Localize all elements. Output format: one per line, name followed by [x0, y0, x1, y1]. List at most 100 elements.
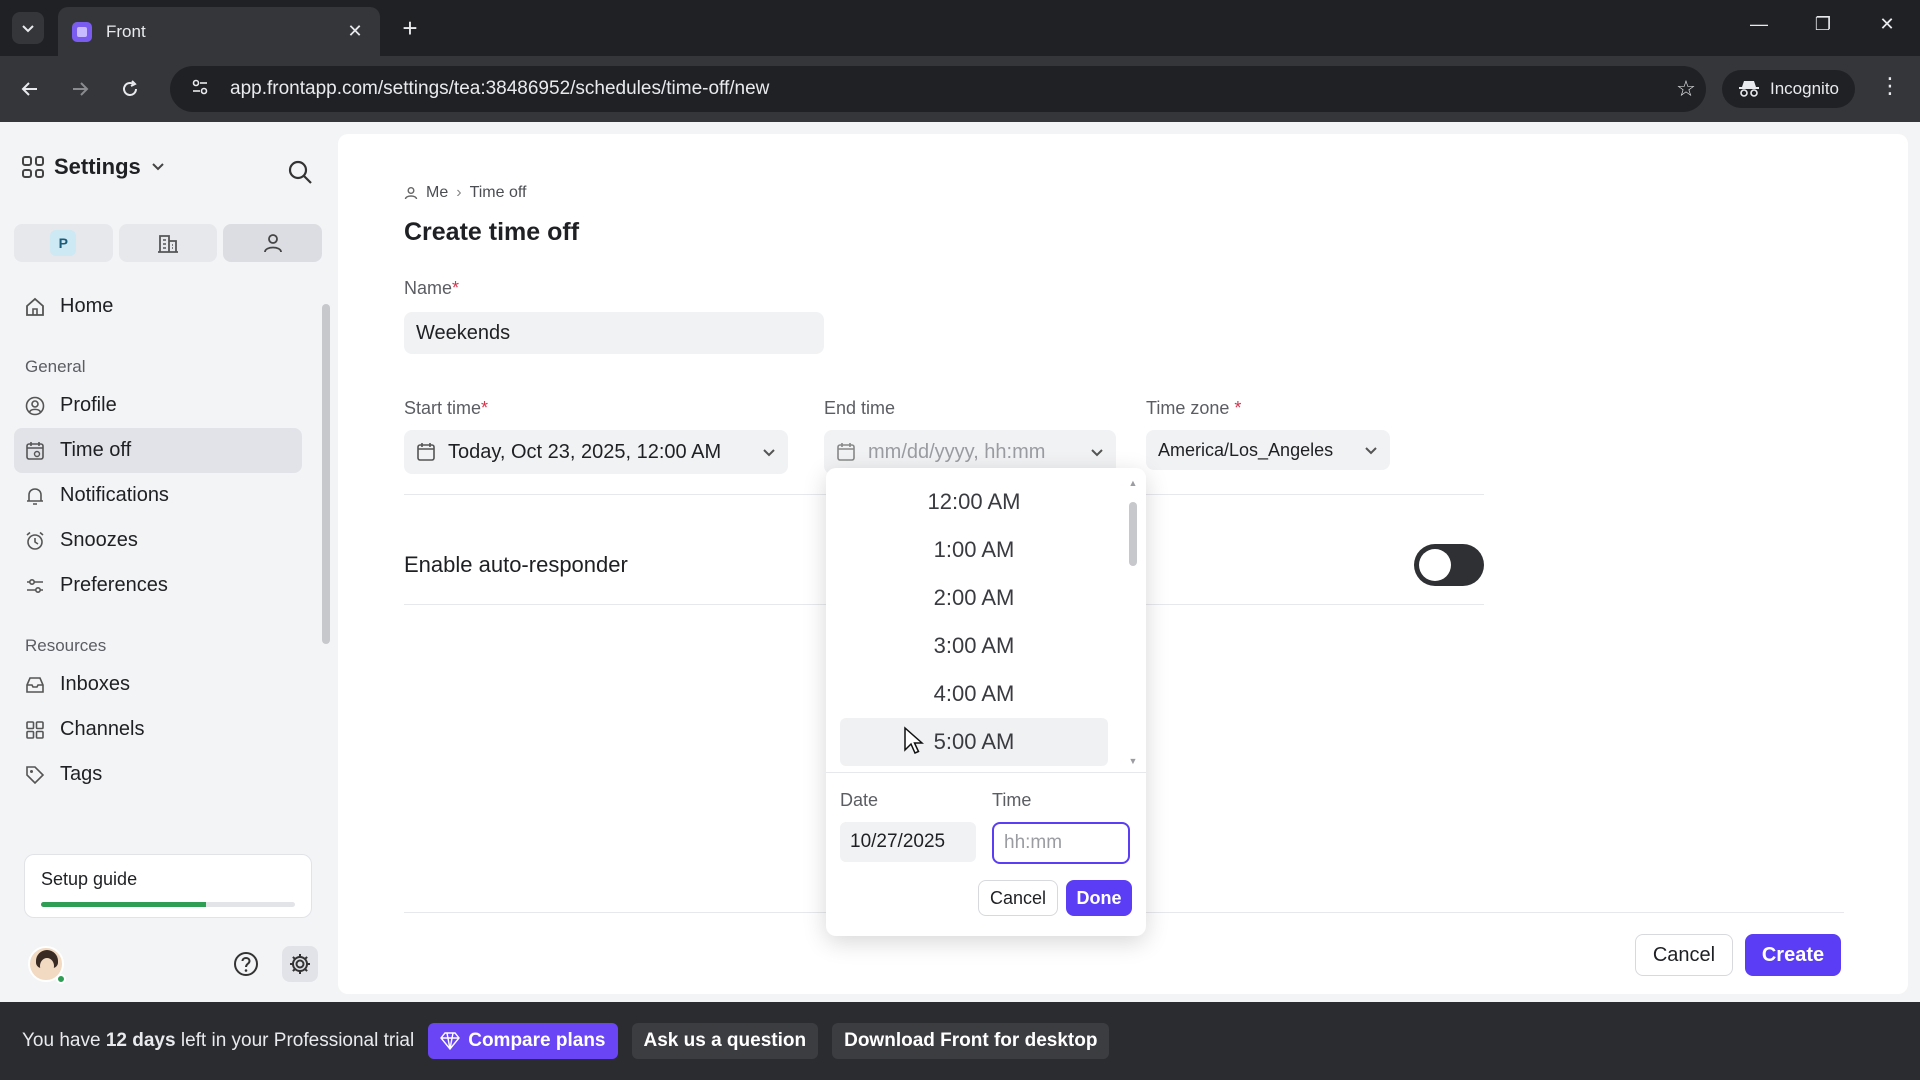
scrollbar-thumb[interactable] — [322, 304, 330, 644]
sidebar-item-label: Tags — [60, 763, 103, 785]
calendar-icon — [417, 443, 435, 461]
time-option[interactable]: 12:00 AM — [840, 478, 1108, 526]
chevron-down-icon — [151, 159, 165, 176]
scroll-up-icon[interactable]: ▲ — [1128, 478, 1138, 488]
sidebar-item-profile[interactable]: Profile — [14, 383, 302, 428]
url-text: app.frontapp.com/settings/tea:38486952/s… — [230, 78, 770, 99]
settings-search-icon[interactable] — [286, 158, 316, 188]
chevron-down-icon — [1091, 449, 1103, 457]
tag-icon — [24, 764, 46, 786]
create-button[interactable]: Create — [1745, 934, 1841, 976]
time-option[interactable]: 3:00 AM — [840, 622, 1108, 670]
back-arrow-icon[interactable] — [14, 73, 46, 105]
window-close-icon[interactable]: ✕ — [1872, 14, 1902, 35]
toggle-knob — [1419, 549, 1451, 581]
required-asterisk: * — [1234, 398, 1242, 418]
restore-icon[interactable]: ❐ — [1808, 14, 1838, 35]
name-label: Name* — [404, 278, 459, 299]
sidebar-item-tags[interactable]: Tags — [14, 752, 302, 797]
new-tab-plus-icon[interactable]: + — [396, 14, 424, 42]
breadcrumb-me[interactable]: Me — [426, 184, 448, 202]
time-input[interactable] — [992, 822, 1130, 864]
breadcrumb-time-off[interactable]: Time off — [470, 184, 527, 202]
help-icon[interactable] — [232, 950, 262, 980]
trial-banner: You have 12 days left in your Profession… — [0, 1002, 1920, 1080]
tab-personal[interactable] — [223, 224, 323, 262]
reload-icon[interactable] — [114, 73, 146, 105]
tab-company[interactable] — [118, 224, 218, 262]
sidebar-item-preferences[interactable]: Preferences — [14, 563, 302, 608]
browser-tab-front[interactable]: Front ✕ — [58, 7, 380, 56]
tab-title: Front — [106, 21, 146, 41]
time-option[interactable]: 5:00 AM — [840, 718, 1108, 766]
end-time-label: End time — [824, 398, 896, 418]
sidebar-item-inboxes[interactable]: Inboxes — [14, 662, 302, 707]
trial-days: 12 days — [105, 1030, 176, 1051]
time-zone-select[interactable]: America/Los_Angeles — [1146, 430, 1390, 470]
sidebar-scrollbar[interactable] — [320, 284, 332, 824]
start-time-picker[interactable]: Today, Oct 23, 2025, 12:00 AM — [404, 430, 788, 474]
auto-responder-toggle[interactable] — [1414, 544, 1484, 586]
name-input[interactable] — [404, 312, 824, 354]
tab-close-icon[interactable]: ✕ — [344, 21, 366, 42]
end-time-placeholder: mm/dd/yyyy, hh:mm — [868, 440, 1046, 463]
time-list-scrollbar[interactable]: ▲ ▼ — [1126, 478, 1140, 768]
scrollbar-thumb[interactable] — [1129, 502, 1137, 566]
date-input[interactable] — [840, 822, 976, 862]
compare-plans-button[interactable]: Compare plans — [428, 1023, 618, 1059]
sliders-icon — [24, 575, 46, 597]
time-option[interactable]: 4:00 AM — [840, 670, 1108, 718]
cancel-button[interactable]: Cancel — [1635, 934, 1733, 976]
time-option[interactable]: 1:00 AM — [840, 526, 1108, 574]
start-time-value: Today, Oct 23, 2025, 12:00 AM — [448, 440, 722, 463]
sidebar-item-label: Profile — [60, 394, 117, 416]
browser-menu-icon[interactable]: ⋮ — [1876, 73, 1904, 99]
tab-search-button[interactable] — [12, 12, 44, 44]
settings-menu-trigger[interactable]: Settings — [22, 154, 165, 180]
person-icon — [404, 187, 418, 200]
sidebar-item-time-off[interactable]: Time off — [14, 428, 302, 473]
incognito-indicator[interactable]: Incognito — [1722, 70, 1855, 108]
alarm-clock-icon — [24, 530, 46, 552]
bell-icon — [24, 485, 46, 507]
sidebar-item-notifications[interactable]: Notifications — [14, 473, 302, 518]
settings-scope-tabs: P — [14, 224, 323, 262]
setup-guide-card[interactable]: Setup guide — [24, 854, 312, 918]
popover-cancel-button[interactable]: Cancel — [978, 880, 1058, 916]
building-icon — [158, 235, 178, 253]
calendar-icon — [837, 443, 855, 461]
minimize-icon[interactable]: — — [1744, 14, 1774, 35]
setup-guide-progress-fill — [41, 902, 207, 907]
settings-title: Settings — [54, 154, 141, 179]
ask-question-button[interactable]: Ask us a question — [631, 1023, 819, 1059]
address-bar[interactable]: app.frontapp.com/settings/tea:38486952/s… — [170, 66, 1706, 112]
trial-prefix: You have — [22, 1030, 101, 1051]
start-time-label: Start time* — [404, 398, 488, 419]
tab-personal-workspace[interactable]: P — [14, 224, 113, 262]
forward-arrow-icon[interactable] — [64, 73, 96, 105]
sidebar-item-home[interactable]: Home — [14, 284, 302, 329]
gear-icon[interactable] — [282, 946, 318, 982]
home-icon — [24, 296, 46, 318]
sidebar-item-label: Snoozes — [60, 529, 138, 551]
time-zone-label-text: Time zone — [1146, 398, 1230, 418]
sidebar-item-channels[interactable]: Channels — [14, 707, 302, 752]
time-zone-value: America/Los_Angeles — [1158, 439, 1334, 460]
time-options-list[interactable]: 12:00 AM 1:00 AM 2:00 AM 3:00 AM 4:00 AM 5:00… — [840, 478, 1108, 770]
site-info-icon[interactable] — [180, 78, 220, 101]
compare-plans-label: Compare plans — [468, 1030, 606, 1051]
popover-done-button[interactable]: Done — [1066, 880, 1132, 916]
sidebar-item-label: Time off — [60, 439, 132, 461]
scroll-down-icon[interactable]: ▼ — [1128, 756, 1138, 766]
sidebar-item-snoozes[interactable]: Snoozes — [14, 518, 302, 563]
download-desktop-button[interactable]: Download Front for desktop — [832, 1023, 1110, 1059]
breadcrumb-separator-icon: › — [456, 184, 462, 201]
sidebar-footer — [24, 942, 320, 988]
sidebar-item-label: Home — [60, 295, 114, 317]
bookmark-star-icon[interactable]: ☆ — [1666, 76, 1706, 102]
calendar-icon — [24, 440, 46, 462]
time-option[interactable]: 2:00 AM — [840, 574, 1108, 622]
time-label: Time — [992, 790, 1032, 810]
incognito-icon — [1739, 81, 1759, 97]
channels-icon — [24, 719, 46, 741]
